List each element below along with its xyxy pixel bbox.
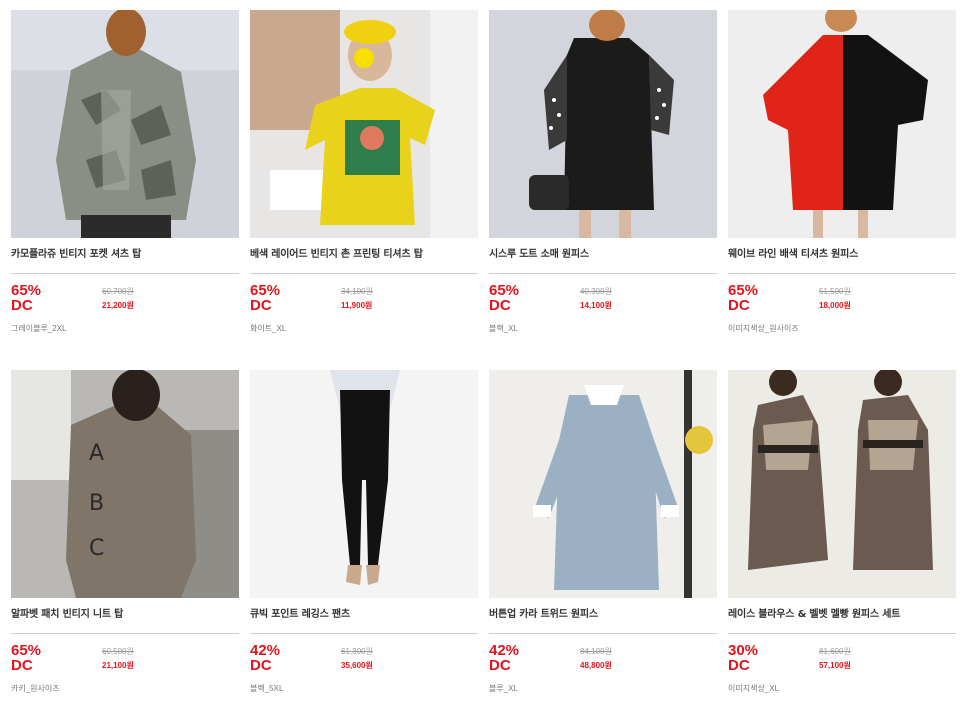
sale-price: 35,600원 xyxy=(341,661,373,670)
product-row: 카모플라쥬 빈티지 포켓 셔츠 탑 65% DC 60,700원 21,200원 … xyxy=(11,10,957,350)
product-image[interactable] xyxy=(728,10,956,238)
sale-price: 48,800원 xyxy=(580,661,612,670)
sale-price: 11,900원 xyxy=(341,301,373,310)
price-block: 42% DC 84,100원 48,800원 xyxy=(489,643,717,685)
product-name[interactable]: 큐빅 포인트 레깅스 팬츠 xyxy=(250,608,478,622)
divider xyxy=(250,273,478,274)
discount-rate: 65% DC xyxy=(489,283,519,313)
product-name[interactable]: 웨이브 라인 배색 티셔츠 원피스 xyxy=(728,248,956,262)
original-price: 51,500원 xyxy=(819,287,851,296)
price-block: 65% DC 60,700원 21,200원 xyxy=(11,283,239,325)
original-price: 34,100원 xyxy=(341,287,373,296)
product-image[interactable] xyxy=(728,370,956,598)
discount-label: DC xyxy=(11,297,33,314)
original-price: 40,300원 xyxy=(580,287,612,296)
svg-text:B: B xyxy=(89,491,104,516)
svg-text:A: A xyxy=(89,441,104,466)
divider xyxy=(489,273,717,274)
product-name[interactable]: 시스루 도트 소매 원피스 xyxy=(489,248,717,262)
product-card[interactable]: 레이스 블라우스 & 벨벳 멜빵 원피스 세트 30% DC 81,600원 57… xyxy=(728,370,956,710)
discount-rate: 65% DC xyxy=(11,643,41,673)
discount-rate: 30% DC xyxy=(728,643,758,673)
product-card[interactable]: A B C 알파벳 패치 빈티지 니트 탑 65% DC 60,500원 21,1… xyxy=(11,370,239,710)
original-price: 60,500원 xyxy=(102,647,134,656)
sale-price: 18,000원 xyxy=(819,301,851,310)
price-block: 65% DC 60,500원 21,100원 xyxy=(11,643,239,685)
sale-price: 57,100원 xyxy=(819,661,851,670)
price-block: 42% DC 61,300원 35,600원 xyxy=(250,643,478,685)
discount-label: DC xyxy=(728,657,750,674)
product-card[interactable]: 웨이브 라인 배색 티셔츠 원피스 65% DC 51,500원 18,000원 … xyxy=(728,10,956,350)
divider xyxy=(11,633,239,634)
divider xyxy=(11,273,239,274)
sale-price: 14,100원 xyxy=(580,301,612,310)
discount-rate: 42% DC xyxy=(250,643,280,673)
product-card[interactable]: 큐빅 포인트 레깅스 팬츠 42% DC 61,300원 35,600원 블랙_5… xyxy=(250,370,478,710)
product-name[interactable]: 카모플라쥬 빈티지 포켓 셔츠 탑 xyxy=(11,248,239,262)
discount-rate: 65% DC xyxy=(11,283,41,313)
product-image[interactable]: A B C xyxy=(11,370,239,598)
price-block: 65% DC 34,100원 11,900원 xyxy=(250,283,478,325)
product-image[interactable] xyxy=(489,10,717,238)
product-image[interactable] xyxy=(250,370,478,598)
original-price: 81,600원 xyxy=(819,647,851,656)
product-image[interactable] xyxy=(489,370,717,598)
divider xyxy=(489,633,717,634)
discount-label: DC xyxy=(728,297,750,314)
product-card[interactable]: 버튼업 카라 트위드 원피스 42% DC 84,100원 48,800원 블루_… xyxy=(489,370,717,710)
product-row: A B C 알파벳 패치 빈티지 니트 탑 65% DC 60,500원 21,1… xyxy=(11,370,957,710)
discount-rate: 65% DC xyxy=(250,283,280,313)
svg-text:C: C xyxy=(89,536,104,561)
discount-label: DC xyxy=(250,297,272,314)
product-image[interactable] xyxy=(250,10,478,238)
product-card[interactable]: 카모플라쥬 빈티지 포켓 셔츠 탑 65% DC 60,700원 21,200원 … xyxy=(11,10,239,350)
discount-label: DC xyxy=(250,657,272,674)
price-block: 65% DC 51,500원 18,000원 xyxy=(728,283,956,325)
product-card[interactable]: 시스루 도트 소매 원피스 65% DC 40,300원 14,100원 블랙_X… xyxy=(489,10,717,350)
discount-label: DC xyxy=(11,657,33,674)
price-block: 30% DC 81,600원 57,100원 xyxy=(728,643,956,685)
sale-price: 21,200원 xyxy=(102,301,134,310)
product-name[interactable]: 레이스 블라우스 & 벨벳 멜빵 원피스 세트 xyxy=(728,608,956,622)
original-price: 60,700원 xyxy=(102,287,134,296)
price-block: 65% DC 40,300원 14,100원 xyxy=(489,283,717,325)
discount-rate: 42% DC xyxy=(489,643,519,673)
discount-rate: 65% DC xyxy=(728,283,758,313)
divider xyxy=(728,273,956,274)
divider xyxy=(250,633,478,634)
discount-label: DC xyxy=(489,657,511,674)
original-price: 61,300원 xyxy=(341,647,373,656)
original-price: 84,100원 xyxy=(580,647,612,656)
product-name[interactable]: 베색 레이어드 빈티지 촌 프린팅 티셔츠 탑 xyxy=(250,248,478,262)
divider xyxy=(728,633,956,634)
discount-label: DC xyxy=(489,297,511,314)
product-name[interactable]: 알파벳 패치 빈티지 니트 탑 xyxy=(11,608,239,622)
product-card[interactable]: 베색 레이어드 빈티지 촌 프린팅 티셔츠 탑 65% DC 34,100원 11… xyxy=(250,10,478,350)
sale-price: 21,100원 xyxy=(102,661,134,670)
product-name[interactable]: 버튼업 카라 트위드 원피스 xyxy=(489,608,717,622)
product-image[interactable] xyxy=(11,10,239,238)
